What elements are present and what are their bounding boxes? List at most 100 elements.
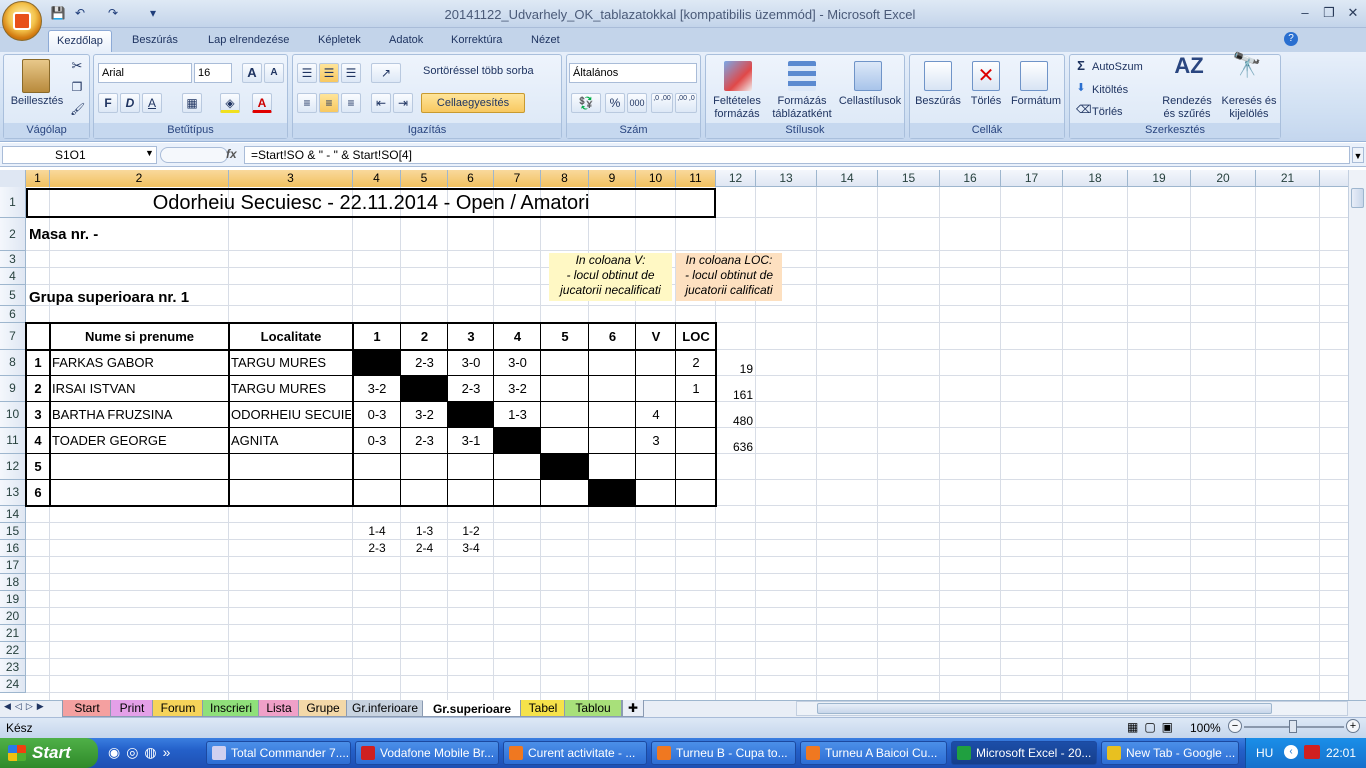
formula-bar-resizer[interactable] xyxy=(160,147,228,163)
taskbar-item[interactable]: Turneu A Baicoi Cu... xyxy=(800,741,947,765)
zoom-slider-thumb[interactable] xyxy=(1289,720,1297,733)
taskbar-item[interactable]: Total Commander 7.... xyxy=(206,741,351,765)
select-all-button[interactable] xyxy=(0,170,26,187)
currency-icon[interactable]: 💱 xyxy=(571,93,601,113)
thousands-button[interactable]: 000 xyxy=(627,93,647,113)
row-header[interactable]: 4 xyxy=(0,268,26,285)
row-header[interactable]: 20 xyxy=(0,608,26,625)
row-header[interactable]: 3 xyxy=(0,251,26,268)
tab-korrektura[interactable]: Korrektúra xyxy=(443,30,510,52)
tab-kepletek[interactable]: Képletek xyxy=(310,30,369,52)
row-header[interactable]: 23 xyxy=(0,659,26,676)
zoom-level[interactable]: 100% xyxy=(1190,721,1221,735)
function-wizard-icon[interactable]: fx xyxy=(226,147,237,161)
help-icon[interactable]: ? xyxy=(1284,32,1298,46)
clear-button[interactable]: Törlés xyxy=(1092,106,1156,119)
italic-button[interactable]: D xyxy=(120,93,140,113)
taskbar-item[interactable]: Vodafone Mobile Br... xyxy=(355,741,499,765)
sheet-tab[interactable]: Gr.inferioare xyxy=(346,700,424,717)
vodafone-tray-icon[interactable] xyxy=(1304,745,1320,759)
align-top-icon[interactable]: ☰ xyxy=(297,63,317,83)
row-header[interactable]: 16 xyxy=(0,540,26,557)
row-header[interactable]: 7 xyxy=(0,323,26,350)
sheet-tab[interactable]: Lista xyxy=(258,700,300,717)
sheet-tab[interactable]: Gr.superioare xyxy=(422,700,522,717)
number-format-select[interactable]: Általános xyxy=(569,63,697,83)
borders-icon[interactable]: ▦ xyxy=(182,93,202,113)
sheet-nav-icons[interactable]: ◀◁▷▶ xyxy=(4,701,62,712)
shrink-font-button[interactable]: A xyxy=(264,63,284,83)
minimize-button[interactable]: ‒ xyxy=(1294,3,1316,23)
row-header[interactable]: 17 xyxy=(0,557,26,574)
save-icon[interactable]: 💾 xyxy=(50,5,66,21)
font-color-button[interactable]: A xyxy=(252,93,272,113)
sheet-tab[interactable]: Print xyxy=(110,700,154,717)
expand-formula-icon[interactable]: ▼ xyxy=(1352,147,1364,163)
taskbar-item[interactable]: Turneu B - Cupa to... xyxy=(651,741,796,765)
row-header[interactable]: 24 xyxy=(0,676,26,693)
tab-beszuras[interactable]: Beszúrás xyxy=(124,30,186,52)
cell-styles-button[interactable]: Cellastílusok xyxy=(836,95,904,108)
copy-icon[interactable]: ❐ xyxy=(70,81,84,94)
row-header[interactable]: 21 xyxy=(0,625,26,642)
row-header[interactable]: 10 xyxy=(0,402,26,428)
autosum-button[interactable]: AutoSzum xyxy=(1092,61,1156,74)
close-button[interactable]: ✕ xyxy=(1342,3,1364,23)
row-header[interactable]: 13 xyxy=(0,480,26,506)
increase-indent-icon[interactable]: ⇥ xyxy=(393,93,413,113)
insert-sheet-icon[interactable]: ✚ xyxy=(622,700,644,717)
zoom-out-icon[interactable]: − xyxy=(1228,719,1242,733)
row-header[interactable]: 9 xyxy=(0,376,26,402)
tab-lap-elrendezese[interactable]: Lap elrendezése xyxy=(200,30,297,52)
orientation-icon[interactable]: ↗ xyxy=(371,63,401,83)
decrease-decimal-button[interactable]: ,00 ,0 xyxy=(675,93,697,113)
percent-button[interactable]: % xyxy=(605,93,625,113)
row-header[interactable]: 22 xyxy=(0,642,26,659)
vertical-scroll-thumb[interactable] xyxy=(1351,188,1364,208)
row-header[interactable]: 6 xyxy=(0,306,26,323)
sheet-tab[interactable]: Grupe xyxy=(298,700,348,717)
sheet-tab[interactable]: Tablou xyxy=(564,700,622,717)
formula-input[interactable]: =Start!SO & " - " & Start!SO[4] xyxy=(244,146,1350,164)
row-header[interactable]: 8 xyxy=(0,350,26,376)
format-painter-icon[interactable]: 🖌 xyxy=(70,103,85,116)
format-as-table-button[interactable]: Formázás táblázatként xyxy=(770,95,834,121)
row-header[interactable]: 19 xyxy=(0,591,26,608)
row-header[interactable]: 15 xyxy=(0,523,26,540)
row-header[interactable]: 1 xyxy=(0,187,26,218)
conditional-format-button[interactable]: Feltételes formázás xyxy=(706,95,768,121)
quick-launch-icons[interactable]: ◉◎◍» xyxy=(108,744,204,761)
font-family-select[interactable]: Arial xyxy=(98,63,192,83)
qat-more-icon[interactable]: ▾ xyxy=(145,5,161,21)
cut-icon[interactable]: ✂ xyxy=(70,59,84,72)
taskbar-item[interactable]: New Tab - Google ... xyxy=(1101,741,1239,765)
font-size-select[interactable]: 16 xyxy=(194,63,232,83)
insert-cells-button[interactable]: Beszúrás xyxy=(910,95,966,108)
taskbar-item[interactable]: Microsoft Excel - 20... xyxy=(951,741,1097,765)
office-button[interactable] xyxy=(2,1,42,41)
fill-color-icon[interactable]: ◈ xyxy=(220,93,240,113)
grow-font-button[interactable]: A xyxy=(242,63,262,83)
redo-icon[interactable]: ↷ xyxy=(105,5,121,21)
undo-icon[interactable]: ↶ xyxy=(72,5,88,21)
align-bottom-icon[interactable]: ☰ xyxy=(341,63,361,83)
fill-button[interactable]: Kitöltés xyxy=(1092,84,1156,97)
bold-button[interactable]: F xyxy=(98,93,118,113)
row-header[interactable]: 2 xyxy=(0,218,26,251)
language-indicator[interactable]: HU xyxy=(1256,746,1273,760)
zoom-in-icon[interactable]: + xyxy=(1346,719,1360,733)
row-header[interactable]: 12 xyxy=(0,454,26,480)
sheet-tab[interactable]: Start xyxy=(62,700,112,717)
decrease-indent-icon[interactable]: ⇤ xyxy=(371,93,391,113)
tab-nezet[interactable]: Nézet xyxy=(523,30,568,52)
horizontal-scrollbar[interactable] xyxy=(796,701,1348,716)
name-box-dropdown-icon[interactable]: ▼ xyxy=(145,148,155,158)
format-cells-button[interactable]: Formátum xyxy=(1008,95,1064,108)
name-box[interactable]: S1O1 xyxy=(2,146,157,164)
increase-decimal-button[interactable]: ,0 ,00 xyxy=(651,93,673,113)
vertical-scrollbar[interactable] xyxy=(1348,170,1366,700)
sort-filter-button[interactable]: Rendezés és szűrés xyxy=(1156,95,1218,121)
merge-center-button[interactable]: Cellaegyesítés xyxy=(421,93,525,113)
align-right-icon[interactable]: ≡ xyxy=(341,93,361,113)
row-header[interactable]: 11 xyxy=(0,428,26,454)
